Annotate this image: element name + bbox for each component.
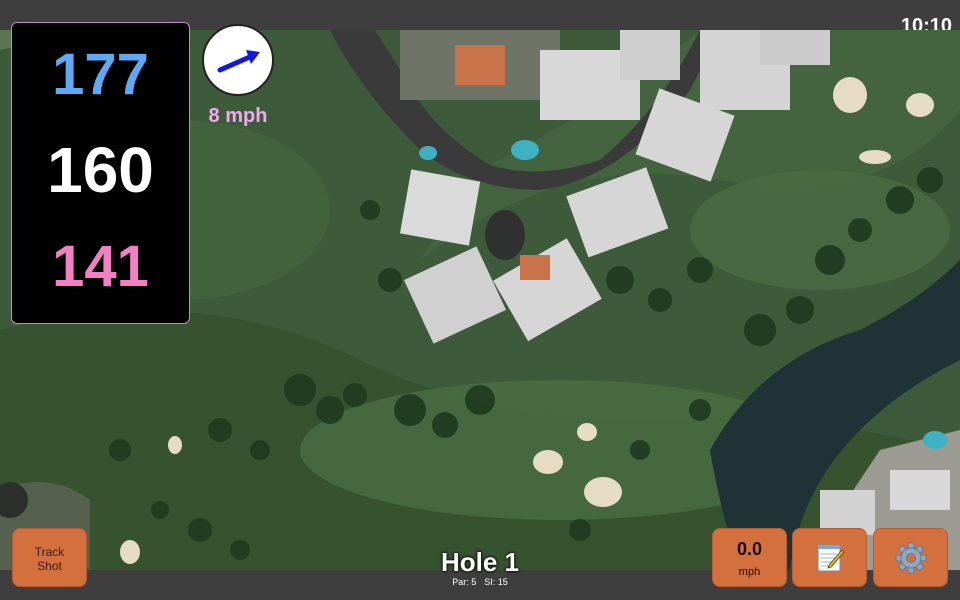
hole-stroke-index: SI: 15 <box>484 577 508 587</box>
wind-speed-label: 8 mph <box>208 105 268 127</box>
speed-unit: mph <box>738 566 761 578</box>
front-distance: 141 <box>52 234 149 299</box>
notes-button[interactable] <box>792 528 867 587</box>
hole-meta: Par: 5 SI: 15 <box>380 576 580 588</box>
hole-par: Par: 5 <box>452 577 477 587</box>
distance-panel: 177 160 141 <box>11 22 190 324</box>
speed-value: 0.0 <box>736 539 763 559</box>
hole-title: Hole 1 <box>440 547 520 577</box>
settings-button[interactable] <box>873 528 948 587</box>
notepad-icon <box>817 544 845 571</box>
track-shot-button[interactable]: Track Shot <box>12 528 87 587</box>
back-distance: 177 <box>52 42 149 107</box>
wind-arrow-icon <box>217 50 260 73</box>
speed-button[interactable]: 0.0 mph <box>712 528 787 587</box>
gear-icon <box>895 542 926 573</box>
hole-info: Hole 1 Par: 5 SI: 15 <box>380 548 580 588</box>
track-shot-label-line2: Shot <box>37 559 62 573</box>
center-distance: 160 <box>47 134 154 206</box>
wind-direction-dial <box>202 24 274 96</box>
track-shot-label-line1: Track <box>34 545 65 559</box>
